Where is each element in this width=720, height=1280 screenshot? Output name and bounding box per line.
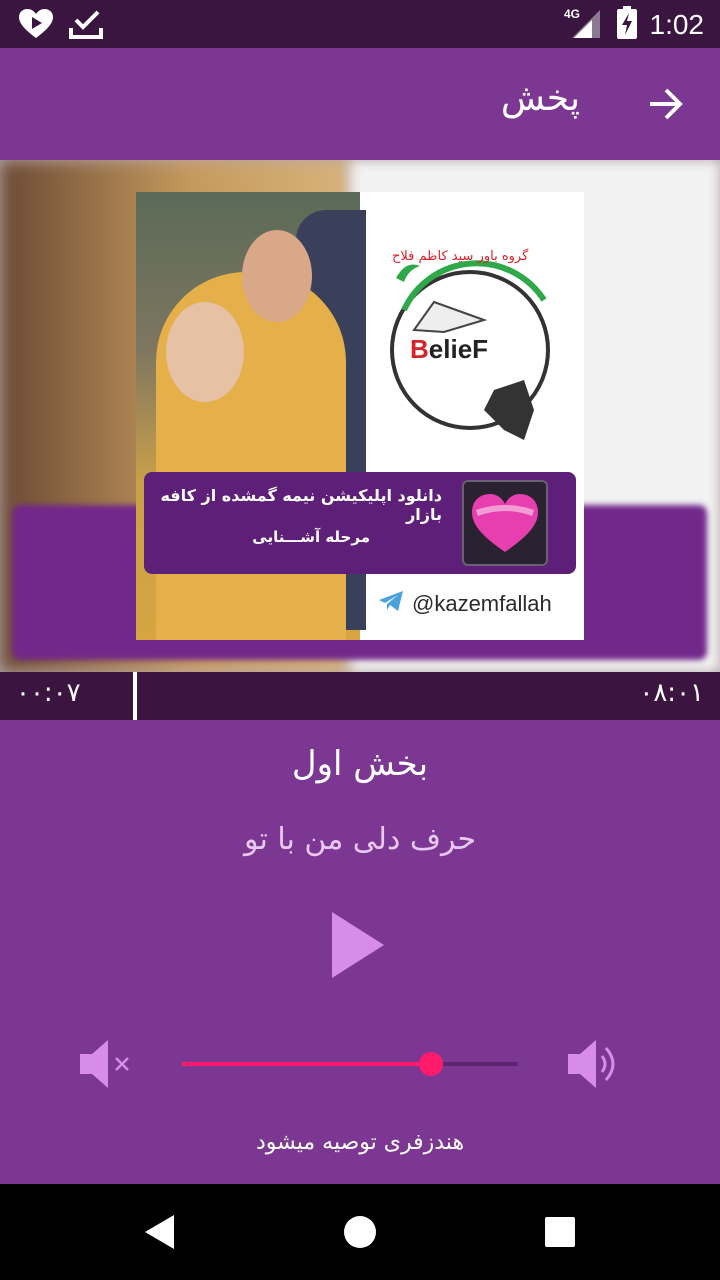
- elapsed-time: ۰۰:۰۷: [16, 678, 81, 708]
- nav-back-icon[interactable]: [145, 1215, 174, 1249]
- cover-artwork: BelieF گروه باور سید کاظم فلاح دانلود اپ…: [0, 160, 720, 672]
- signal-icon: 4G: [564, 6, 604, 44]
- volume-slider[interactable]: [182, 1050, 518, 1078]
- heart-app-icon: [462, 480, 548, 566]
- nav-home-icon[interactable]: [344, 1216, 376, 1248]
- belief-logo: BelieF گروه باور سید کاظم فلاح: [390, 248, 550, 440]
- nav-recents-icon[interactable]: [545, 1217, 575, 1247]
- promo-line-1: دانلود اپلیکیشن نیمه گمشده از کافه بازار: [160, 486, 442, 524]
- telegram-icon: [378, 590, 404, 618]
- download-check-icon: [68, 8, 104, 44]
- total-time: ۰۸:۰۱: [639, 678, 704, 708]
- telegram-contact: @kazemfallah: [378, 590, 552, 618]
- play-button[interactable]: [322, 908, 392, 982]
- volume-mute-icon[interactable]: [78, 1038, 138, 1090]
- track-title: حرف دلی من با تو: [243, 822, 477, 857]
- system-nav-bar: [0, 1184, 720, 1280]
- volume-knob[interactable]: [418, 1052, 443, 1076]
- promo-line-2: مرحله آشـــنایی: [252, 528, 370, 546]
- svg-text:BelieF: BelieF: [410, 334, 488, 364]
- part-title: بخش اول: [291, 744, 429, 784]
- seek-bar[interactable]: ۰۰:۰۷ ۰۸:۰۱: [0, 672, 720, 720]
- album-poster: BelieF گروه باور سید کاظم فلاح دانلود اپ…: [136, 192, 584, 640]
- status-bar: 4G 1:02: [0, 0, 720, 48]
- battery-charging-icon: [616, 6, 638, 44]
- heart-icon: [18, 8, 54, 44]
- player-panel: بخش اول حرف دلی من با تو هندزفری توصیه م…: [0, 720, 720, 1184]
- promo-banner: دانلود اپلیکیشن نیمه گمشده از کافه بازار…: [144, 472, 576, 574]
- svg-text:گروه باور سید کاظم فلاح: گروه باور سید کاظم فلاح: [392, 248, 529, 264]
- seek-position-indicator[interactable]: [133, 672, 137, 720]
- svg-text:4G: 4G: [564, 7, 580, 21]
- app-bar: پخش: [0, 48, 720, 160]
- volume-fill: [182, 1062, 431, 1066]
- telegram-handle: @kazemfallah: [412, 591, 552, 616]
- page-title: پخش: [500, 78, 580, 119]
- arrow-right-icon[interactable]: [646, 84, 686, 124]
- headphones-hint: هندزفری توصیه میشود: [255, 1130, 465, 1155]
- clock: 1:02: [649, 9, 705, 40]
- volume-up-icon[interactable]: [566, 1036, 626, 1092]
